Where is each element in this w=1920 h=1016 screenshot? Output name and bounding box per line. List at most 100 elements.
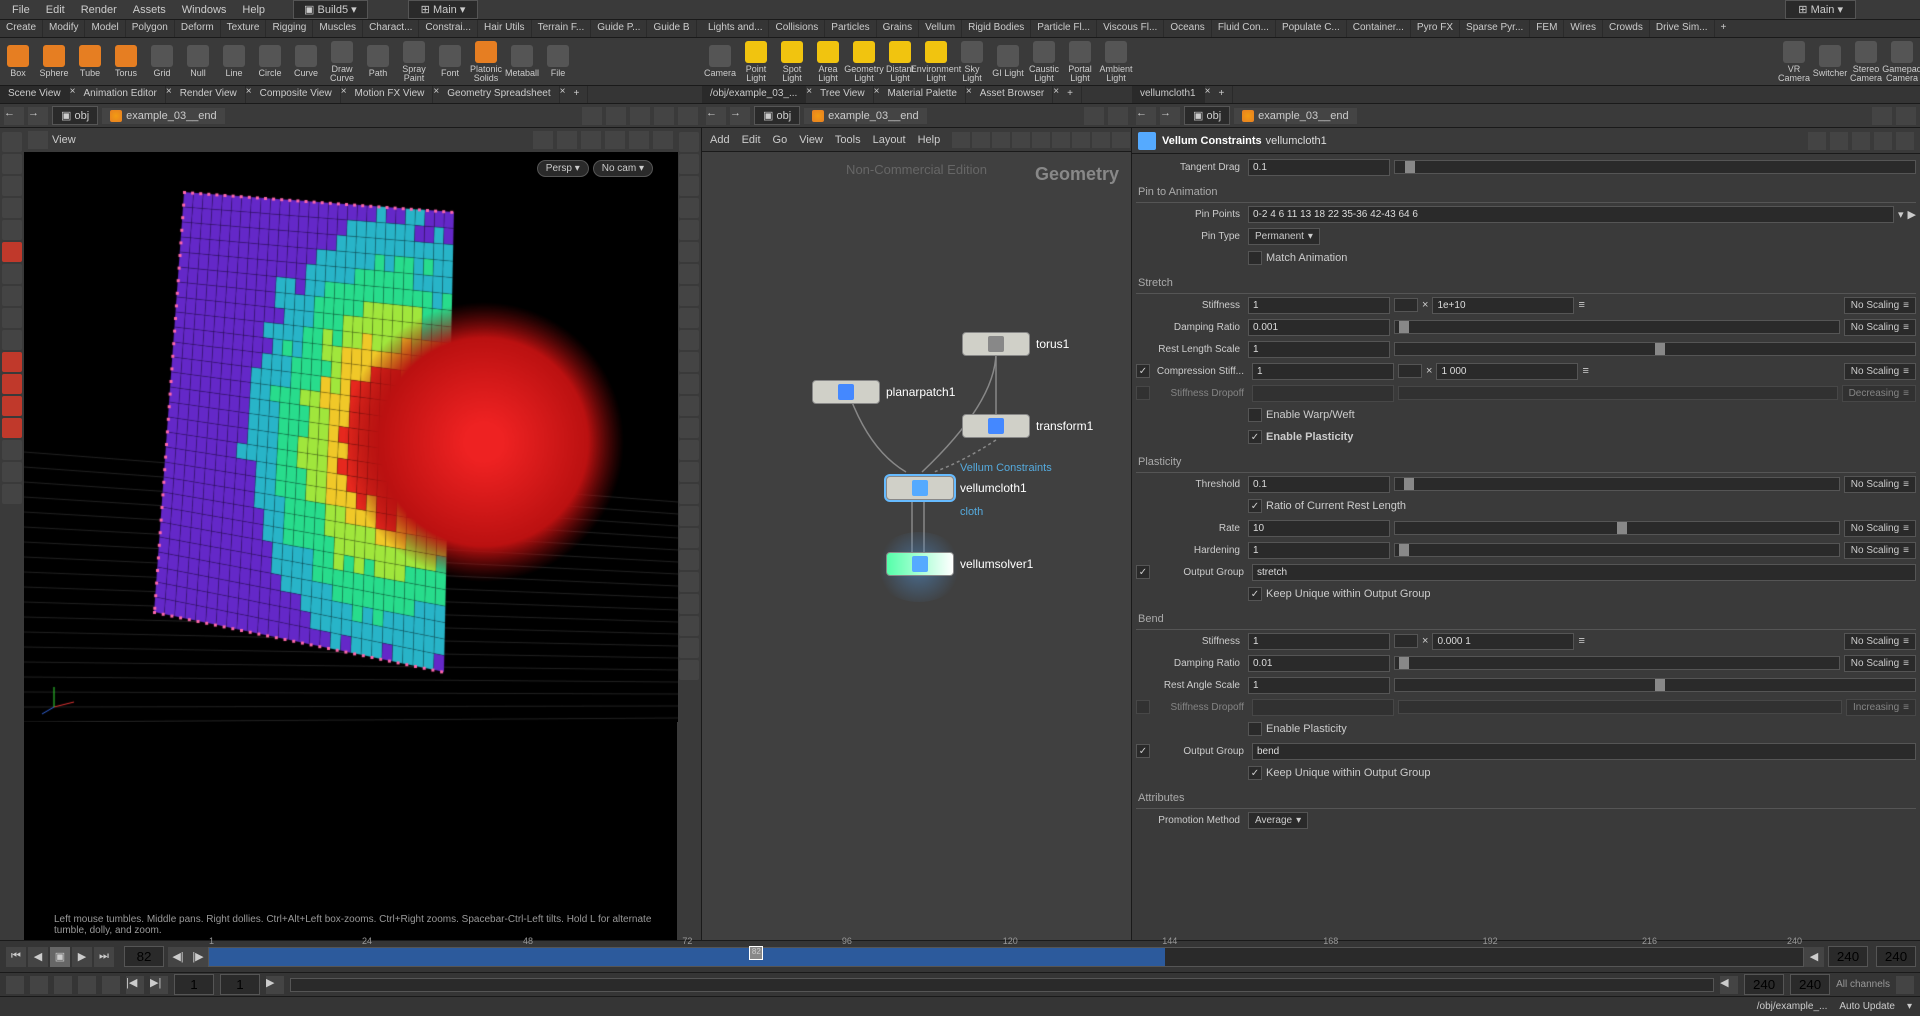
range-end-field-2[interactable] [1790, 974, 1830, 995]
comp-stiff-scale-dropdown[interactable]: No Scaling ≡ [1844, 363, 1916, 380]
toolbar-btn[interactable] [679, 220, 699, 240]
toolbar-btn[interactable] [679, 242, 699, 262]
search-icon[interactable] [1852, 132, 1870, 150]
shelf-tab[interactable]: Muscles [313, 20, 363, 37]
nav-btn[interactable] [582, 107, 602, 125]
status-icon[interactable]: ▾ [1907, 1001, 1912, 1012]
network-menu-help[interactable]: Help [918, 134, 941, 146]
shelf-tab[interactable]: Hair Utils [478, 20, 532, 37]
bend-keep-unique-checkbox[interactable] [1248, 766, 1262, 780]
damping-slider[interactable] [1394, 320, 1840, 334]
tool-line[interactable]: Line [216, 38, 252, 85]
view-tab[interactable]: /obj/example_03_... [702, 86, 806, 103]
view-tab[interactable]: Tree View [812, 86, 873, 103]
tool-camera[interactable]: Camera [702, 38, 738, 85]
shelf-set-dropdown-right[interactable]: ⊞ Main ▾ [1785, 0, 1856, 19]
ratio-rest-checkbox[interactable] [1248, 499, 1262, 513]
toolbar-btn[interactable] [679, 594, 699, 614]
nav-btn[interactable] [654, 107, 674, 125]
tool-switcher[interactable]: Switcher [1812, 38, 1848, 85]
view-tab-add-icon[interactable]: + [1059, 86, 1082, 103]
tool-gamepad[interactable]: Gamepad Camera [1884, 38, 1920, 85]
network-menu-tools[interactable]: Tools [835, 134, 861, 146]
nav-btn[interactable] [1084, 107, 1104, 125]
shelf-tab[interactable]: Oceans [1164, 20, 1211, 37]
network-icon[interactable] [1092, 132, 1110, 148]
toolbar-btn[interactable] [679, 572, 699, 592]
stepper-icon[interactable]: ≡ [1582, 365, 1588, 377]
toolbar-btn[interactable] [679, 506, 699, 526]
node-torus[interactable]: torus1 [962, 332, 1069, 356]
comp-stiff-slider[interactable] [1398, 364, 1422, 378]
bend-damping-field[interactable] [1248, 655, 1390, 672]
range-end-field[interactable] [1744, 974, 1784, 995]
stepper-icon[interactable]: ≡ [1578, 299, 1584, 311]
tool-curve[interactable]: Curve [288, 38, 324, 85]
menu-edit[interactable]: Edit [38, 2, 73, 18]
first-frame-button[interactable]: ⏮ [6, 947, 26, 967]
threshold-field[interactable] [1248, 476, 1390, 493]
path-node[interactable]: example_03__end [102, 108, 225, 124]
range-prev-button[interactable]: ◀ [1804, 947, 1824, 967]
lock-icon[interactable] [2, 220, 22, 240]
last-frame-button[interactable]: ⏭ [94, 947, 114, 967]
bottom-btn[interactable] [78, 976, 96, 994]
toolbar-btn[interactable] [679, 308, 699, 328]
tool-spraypaint[interactable]: Spray Paint [396, 38, 432, 85]
tool-pointlight[interactable]: Point Light [738, 38, 774, 85]
shelf-tab[interactable]: Rigid Bodies [962, 20, 1031, 37]
path-obj[interactable]: ▣ obj [754, 106, 800, 125]
nav-back-icon[interactable]: ← [4, 107, 24, 125]
bend-rest-slider[interactable] [1394, 678, 1916, 692]
toolbar-btn[interactable] [2, 264, 22, 284]
menu-render[interactable]: Render [73, 2, 125, 18]
toolbar-btn[interactable] [2, 308, 22, 328]
toolbar-btn[interactable] [2, 484, 22, 504]
toolbar-btn[interactable] [679, 132, 699, 152]
viewport-btn[interactable] [605, 131, 625, 149]
range-btn[interactable]: ◀ [1720, 976, 1738, 994]
tool-file[interactable]: File [540, 38, 576, 85]
viewport-btn[interactable] [581, 131, 601, 149]
toolbar-btn[interactable] [679, 396, 699, 416]
network-menu-edit[interactable]: Edit [742, 134, 761, 146]
parameters-scroll[interactable]: Tangent Drag Pin to Animation Pin Points… [1132, 154, 1920, 940]
gear-icon[interactable] [1808, 132, 1826, 150]
bottom-btn[interactable]: |◀ [126, 976, 144, 994]
bend-damping-scale-dropdown[interactable]: No Scaling ≡ [1844, 655, 1916, 672]
range-start-field[interactable] [174, 974, 214, 995]
shelf-tab[interactable]: Particle Fl... [1031, 20, 1097, 37]
toolbar-btn[interactable] [679, 286, 699, 306]
shelf-tab[interactable]: Guide B [647, 20, 696, 37]
bottom-btn[interactable] [30, 976, 48, 994]
rate-field[interactable] [1248, 520, 1390, 537]
node-transform[interactable]: transform1 [962, 414, 1093, 438]
nav-btn[interactable] [1896, 107, 1916, 125]
range-track[interactable] [290, 978, 1714, 992]
view-tab-add-icon[interactable]: + [1210, 86, 1233, 103]
group-dropdown-icon[interactable]: ▾ [1898, 208, 1904, 221]
shelf-tab[interactable]: Pyro FX [1411, 20, 1460, 37]
pin-points-field[interactable] [1248, 206, 1894, 223]
tool-ambientlight[interactable]: Ambient Light [1098, 38, 1134, 85]
network-menu-view[interactable]: View [799, 134, 823, 146]
nav-fwd-icon[interactable]: → [1160, 107, 1180, 125]
comp-stiff-exp-field[interactable] [1436, 363, 1578, 380]
toolbar-btn[interactable] [2, 396, 22, 416]
nav-btn[interactable] [678, 107, 698, 125]
shelf-tab[interactable]: Populate C... [1276, 20, 1347, 37]
toolbar-btn[interactable] [2, 352, 22, 372]
toolbar-btn[interactable] [679, 264, 699, 284]
playhead[interactable]: 82 [749, 946, 763, 960]
shelf-tab[interactable]: Grains [877, 20, 919, 37]
shelf-tab[interactable]: Modify [43, 20, 85, 37]
tool-null[interactable]: Null [180, 38, 216, 85]
toolbar-btn[interactable] [2, 374, 22, 394]
network-menu-layout[interactable]: Layout [873, 134, 906, 146]
nav-back-icon[interactable]: ← [1136, 107, 1156, 125]
bottom-btn[interactable]: ▶| [150, 976, 168, 994]
shelf-set-dropdown[interactable]: ⊞ Main ▾ [408, 0, 479, 19]
tool-circle[interactable]: Circle [252, 38, 288, 85]
desktop-dropdown[interactable]: ▣ Build5 ▾ [293, 0, 368, 19]
tool-envlight[interactable]: Environment Light [918, 38, 954, 85]
